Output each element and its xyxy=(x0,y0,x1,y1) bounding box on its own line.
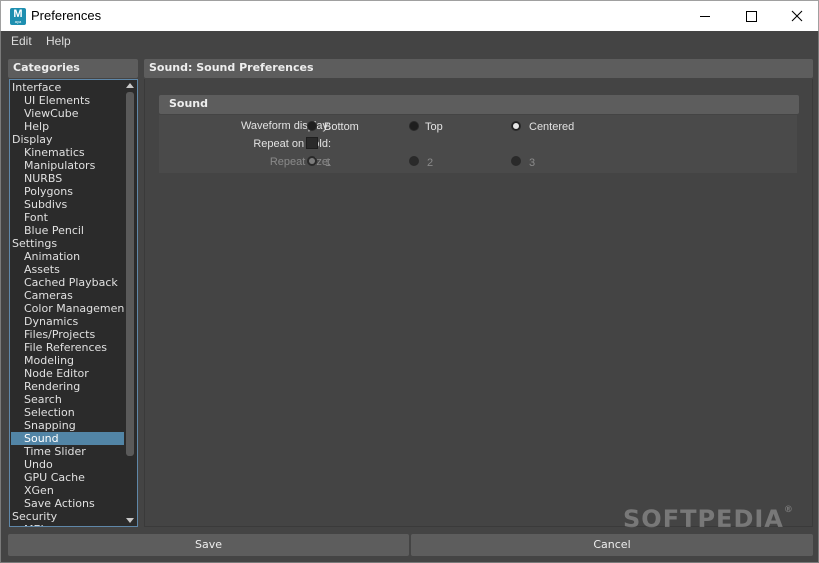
watermark-text: SOFTPEDIA xyxy=(623,505,784,533)
close-button[interactable] xyxy=(774,1,819,31)
watermark-registered-mark: ® xyxy=(783,505,794,515)
category-item-subdivs[interactable]: Subdivs xyxy=(11,198,125,211)
repeat-size-radio-2[interactable] xyxy=(409,156,419,166)
maximize-button[interactable] xyxy=(728,1,774,31)
category-item-modeling[interactable]: Modeling xyxy=(11,354,125,367)
categories-header: Categories xyxy=(8,59,138,78)
category-item-time-slider[interactable]: Time Slider xyxy=(11,445,125,458)
scroll-thumb[interactable] xyxy=(126,92,134,456)
window-title: Preferences xyxy=(31,8,102,23)
repeat-size-radio-3[interactable] xyxy=(511,156,521,166)
category-item-files-projects[interactable]: Files/Projects xyxy=(11,328,125,341)
category-item-assets[interactable]: Assets xyxy=(11,263,125,276)
repeat-on-hold-checkbox[interactable] xyxy=(306,137,318,149)
category-item-node-editor[interactable]: Node Editor xyxy=(11,367,125,380)
category-item-animation[interactable]: Animation xyxy=(11,250,125,263)
repeat-size-radio-1[interactable] xyxy=(307,156,317,166)
minimize-button[interactable] xyxy=(682,1,728,31)
title-bar[interactable]: M aya Preferences xyxy=(0,0,819,31)
category-item-display[interactable]: Display xyxy=(11,133,125,146)
softpedia-watermark: SOFTPEDIA® xyxy=(623,505,794,533)
category-item-security[interactable]: Security xyxy=(11,510,125,523)
menu-edit[interactable]: Edit xyxy=(11,34,32,48)
category-item-kinematics[interactable]: Kinematics xyxy=(11,146,125,159)
sound-section-header[interactable]: Sound xyxy=(159,95,799,114)
page-title: Sound: Sound Preferences xyxy=(144,59,813,78)
category-item-polygons[interactable]: Polygons xyxy=(11,185,125,198)
category-item-color-management[interactable]: Color Management xyxy=(11,302,125,315)
category-item-snapping[interactable]: Snapping xyxy=(11,419,125,432)
category-item-manipulators[interactable]: Manipulators xyxy=(11,159,125,172)
category-item-nurbs[interactable]: NURBS xyxy=(11,172,125,185)
category-item-cameras[interactable]: Cameras xyxy=(11,289,125,302)
waveform-radio-top[interactable] xyxy=(409,121,419,131)
category-item-gpu-cache[interactable]: GPU Cache xyxy=(11,471,125,484)
sound-section-body: Waveform display: Bottom Top Centered Re… xyxy=(159,115,797,173)
categories-scrollbar[interactable] xyxy=(124,81,136,525)
category-item-settings[interactable]: Settings xyxy=(11,237,125,250)
repeat-size-option-1: 1 xyxy=(325,157,332,169)
maya-app-icon: M aya xyxy=(10,8,26,25)
minimize-icon xyxy=(700,16,710,17)
category-item-file-references[interactable]: File References xyxy=(11,341,125,354)
menu-help[interactable]: Help xyxy=(46,34,71,48)
maximize-icon xyxy=(746,11,757,22)
category-item-dynamics[interactable]: Dynamics xyxy=(11,315,125,328)
category-item-save-actions[interactable]: Save Actions xyxy=(11,497,125,510)
category-item-blue-pencil[interactable]: Blue Pencil xyxy=(11,224,125,237)
waveform-option-bottom: Bottom xyxy=(324,121,359,133)
waveform-radio-bottom[interactable] xyxy=(307,121,317,131)
category-item-help[interactable]: Help xyxy=(11,120,125,133)
waveform-option-top: Top xyxy=(425,121,443,133)
category-item-mel[interactable]: MEL xyxy=(11,523,125,526)
category-item-sound[interactable]: Sound xyxy=(11,432,125,445)
repeat-size-option-3: 3 xyxy=(529,157,536,169)
category-item-xgen[interactable]: XGen xyxy=(11,484,125,497)
category-item-selection[interactable]: Selection xyxy=(11,406,125,419)
category-item-viewcube[interactable]: ViewCube xyxy=(11,107,125,120)
categories-items: Interface UI Elements ViewCube Help Display K… xyxy=(11,81,125,526)
waveform-radio-centered[interactable] xyxy=(511,121,521,131)
category-item-rendering[interactable]: Rendering xyxy=(11,380,125,393)
waveform-option-centered: Centered xyxy=(529,121,575,133)
category-item-ui-elements[interactable]: UI Elements xyxy=(11,94,125,107)
category-item-undo[interactable]: Undo xyxy=(11,458,125,471)
menu-bar: Edit Help xyxy=(1,31,818,51)
preferences-panel: Sound Waveform display: Bottom Top Cente… xyxy=(144,79,813,527)
category-item-cached-playback[interactable]: Cached Playback xyxy=(11,276,125,289)
app-icon-subtext: aya xyxy=(14,19,22,24)
category-item-interface[interactable]: Interface xyxy=(11,81,125,94)
category-item-font[interactable]: Font xyxy=(11,211,125,224)
scroll-up-arrow-icon[interactable] xyxy=(126,83,134,88)
repeat-size-option-2: 2 xyxy=(427,157,434,169)
save-button[interactable]: Save xyxy=(8,534,409,556)
close-icon xyxy=(791,10,803,22)
scroll-down-arrow-icon[interactable] xyxy=(126,518,134,523)
window-body: Edit Help Categories Interface UI Element… xyxy=(0,31,819,563)
categories-list[interactable]: Interface UI Elements ViewCube Help Display K… xyxy=(9,79,138,527)
cancel-button[interactable]: Cancel xyxy=(411,534,813,556)
category-item-search[interactable]: Search xyxy=(11,393,125,406)
